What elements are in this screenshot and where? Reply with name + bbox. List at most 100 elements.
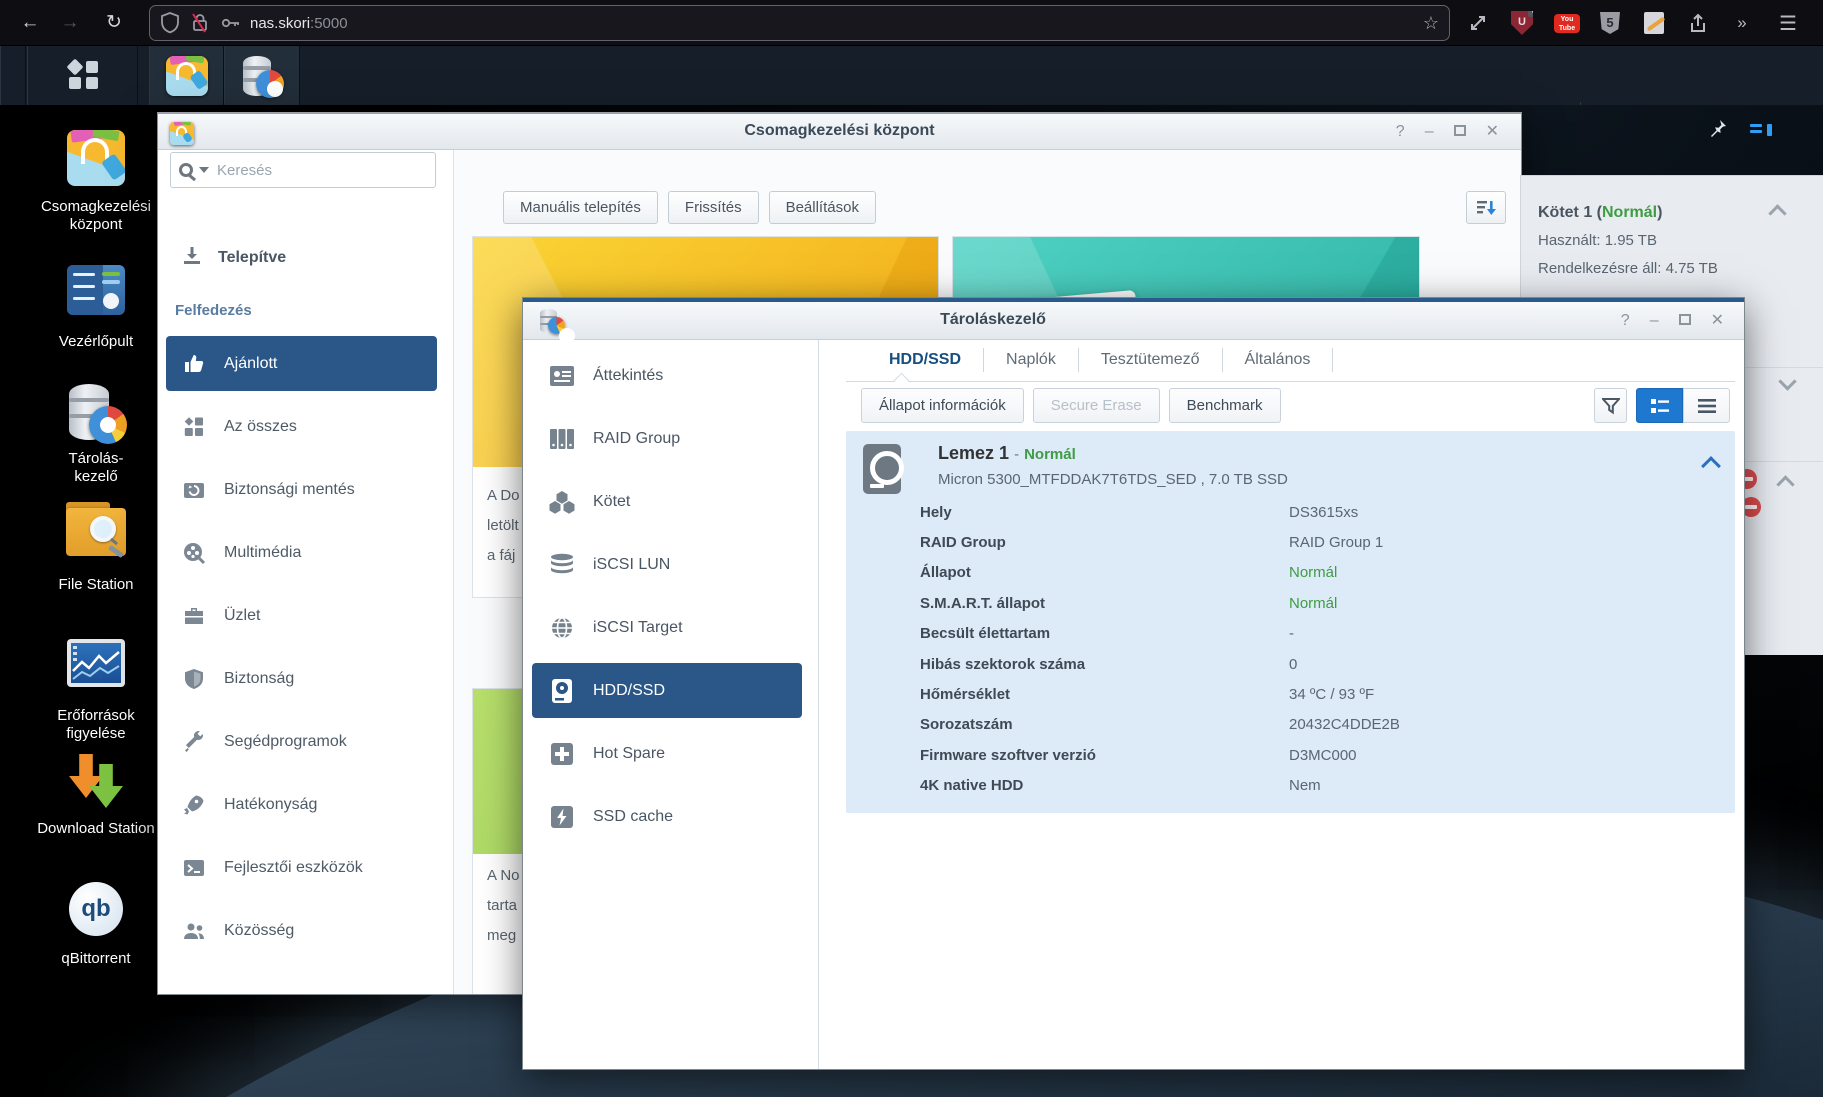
close-button[interactable]: ✕ <box>1711 311 1724 331</box>
sidebar-item-security[interactable]: Biztonság <box>158 647 453 710</box>
detail-row: S.M.A.R.T. állapotNormál <box>846 588 1735 618</box>
sidebar-item-multimedia[interactable]: Multimédia <box>158 521 453 584</box>
desktop-icon-resource-monitor[interactable]: Erőforrásokfigyelése <box>21 633 171 743</box>
detail-row: Firmware szoftver verzióD3MC000 <box>846 740 1735 770</box>
overflow-menu-icon[interactable]: » <box>1726 7 1758 39</box>
tab-test-scheduler[interactable]: Tesztütemező <box>1079 351 1222 369</box>
storage-manager-titlebar[interactable]: Tároláskezelő ? ‒ ✕ <box>523 302 1744 340</box>
url-text: nas.skori:5000 <box>250 15 348 32</box>
widget-collapse-icon[interactable] <box>1769 202 1785 218</box>
sidebar-item-utilities[interactable]: Segédprogramok <box>158 710 453 773</box>
widget-panel-icon[interactable] <box>1750 122 1772 138</box>
tab-hdd-ssd[interactable]: HDD/SSD <box>867 351 983 369</box>
detail-row: Becsült élettartam- <box>846 619 1735 649</box>
disk-panel[interactable]: Lemez 1 - Normál Micron 5300_MTFDDAK7T6T… <box>846 431 1735 813</box>
search-icon <box>179 163 193 177</box>
sidebar-section-discover: Felfedezés <box>158 302 252 319</box>
sidebar-item-ssd-cache[interactable]: SSD cache <box>523 785 818 848</box>
desktop-icon-package-center[interactable]: Csomagkezelésiközpont <box>21 128 171 234</box>
window-title: Csomagkezelési központ <box>158 122 1521 140</box>
sidebar-item-backup[interactable]: Biztonsági mentés <box>158 458 453 521</box>
volume-used: Használt: 1.95 TB <box>1538 232 1657 249</box>
sidebar-item-hdd-ssd[interactable]: HDD/SSD <box>532 663 802 718</box>
window-controls: ? ‒ ✕ <box>1396 122 1499 142</box>
package-search-box[interactable] <box>170 152 436 188</box>
package-center-titlebar[interactable]: Csomagkezelési központ ? ‒ ✕ <box>158 114 1521 150</box>
stylus-icon[interactable] <box>1638 7 1670 39</box>
bookmark-star-icon[interactable]: ☆ <box>1423 13 1439 34</box>
sidebar-item-volume[interactable]: Kötet <box>523 470 818 533</box>
show-desktop-button[interactable] <box>0 46 26 105</box>
collapse-panel-icon[interactable] <box>1703 455 1719 471</box>
desktop-icon-control-panel[interactable]: Vezérlőpult <box>21 260 171 351</box>
sidebar-item-installed[interactable]: Telepítve <box>158 238 453 278</box>
hamburger-menu-icon[interactable]: ☰ <box>1772 7 1804 39</box>
package-center-icon <box>67 130 125 186</box>
sidebar-item-all[interactable]: Az összes <box>158 395 453 458</box>
help-button[interactable]: ? <box>1396 122 1405 142</box>
widget-pin-icon[interactable] <box>1708 118 1728 143</box>
youtube-icon[interactable]: YouTube <box>1551 7 1583 39</box>
adblock-icon[interactable]: YouU9 <box>1506 7 1538 39</box>
dsm-taskbar: ✓ CPU RAM ⬆ ⬇ 2,7MB/s 103KB/s <box>0 46 1823 105</box>
sidebar-item-iscsi-lun[interactable]: iSCSI LUN <box>523 533 818 596</box>
secure-erase-button[interactable]: Secure Erase <box>1033 388 1160 423</box>
tab-logs[interactable]: Naplók <box>984 351 1078 369</box>
overview-icon <box>547 365 577 387</box>
people-icon <box>180 919 208 943</box>
html5-icon[interactable]: 5 <box>1594 7 1626 39</box>
maximize-button[interactable] <box>1679 314 1691 325</box>
settings-button[interactable]: Beállítások <box>769 191 876 224</box>
manual-install-button[interactable]: Manuális telepítés <box>503 191 658 224</box>
sidebar-item-developer-tools[interactable]: Fejlesztői eszközök <box>158 836 453 899</box>
help-button[interactable]: ? <box>1621 311 1630 331</box>
tools-icon <box>180 730 208 754</box>
search-filter-dropdown-icon[interactable] <box>199 167 209 173</box>
browser-reload-button[interactable]: ↻ <box>99 8 129 38</box>
sidebar-item-recommended[interactable]: Ajánlott <box>166 336 437 391</box>
detail-view-button[interactable] <box>1636 388 1683 423</box>
package-description: A Do letölt a fáj <box>487 481 520 571</box>
fullscreen-icon[interactable] <box>1462 7 1494 39</box>
taskbar-app-storage-manager[interactable] <box>224 46 300 105</box>
desktop-icon-storage-manager[interactable]: Tárolás-kezelő <box>21 382 171 486</box>
main-menu-button[interactable] <box>27 46 138 105</box>
share-icon[interactable] <box>1682 7 1714 39</box>
terminal-icon <box>180 856 208 880</box>
status-info-button[interactable]: Állapot információk <box>861 388 1024 423</box>
refresh-button[interactable]: Frissítés <box>668 191 759 224</box>
sidebar-item-community[interactable]: Közösség <box>158 899 453 962</box>
backup-icon <box>180 478 208 502</box>
browser-address-bar[interactable]: nas.skori:5000 ☆ <box>149 5 1450 41</box>
detail-row: Sorozatszám20432C4DDE2B <box>846 710 1735 740</box>
hot-spare-icon <box>547 742 577 766</box>
sidebar-item-iscsi-target[interactable]: iSCSI Target <box>523 596 818 659</box>
permissions-key-icon[interactable] <box>220 12 242 34</box>
maximize-button[interactable] <box>1454 125 1466 136</box>
widget-expand-icon[interactable] <box>1779 374 1795 390</box>
sidebar-item-overview[interactable]: Áttekintés <box>523 344 818 407</box>
filter-button[interactable] <box>1594 388 1627 423</box>
desktop-icon-file-station[interactable]: File Station <box>21 500 171 594</box>
search-input[interactable] <box>215 161 427 180</box>
tracking-shield-icon[interactable] <box>160 12 182 34</box>
sidebar-item-productivity[interactable]: Hatékonyság <box>158 773 453 836</box>
browser-back-button[interactable]: ← <box>15 8 45 38</box>
desktop-icon-qbittorrent[interactable]: qb qBittorrent <box>21 878 171 968</box>
list-view-button[interactable] <box>1683 388 1730 423</box>
tab-general[interactable]: Általános <box>1223 351 1333 369</box>
sidebar-item-business[interactable]: Üzlet <box>158 584 453 647</box>
insecure-lock-icon[interactable] <box>190 12 212 34</box>
browser-forward-button[interactable]: → <box>55 8 85 38</box>
taskbar-app-package-center[interactable] <box>149 46 224 105</box>
sidebar-item-hot-spare[interactable]: Hot Spare <box>523 722 818 785</box>
sort-button[interactable] <box>1466 191 1506 224</box>
sidebar-item-raid-group[interactable]: RAID Group <box>523 407 818 470</box>
minimize-button[interactable]: ‒ <box>1425 122 1434 142</box>
widget-panel-controls <box>1686 118 1772 142</box>
minimize-button[interactable]: ‒ <box>1650 311 1659 331</box>
close-button[interactable]: ✕ <box>1486 122 1499 142</box>
widget-collapse-icon[interactable] <box>1777 473 1793 489</box>
desktop-icon-download-station[interactable]: Download Station <box>21 752 171 838</box>
benchmark-button[interactable]: Benchmark <box>1169 388 1281 423</box>
